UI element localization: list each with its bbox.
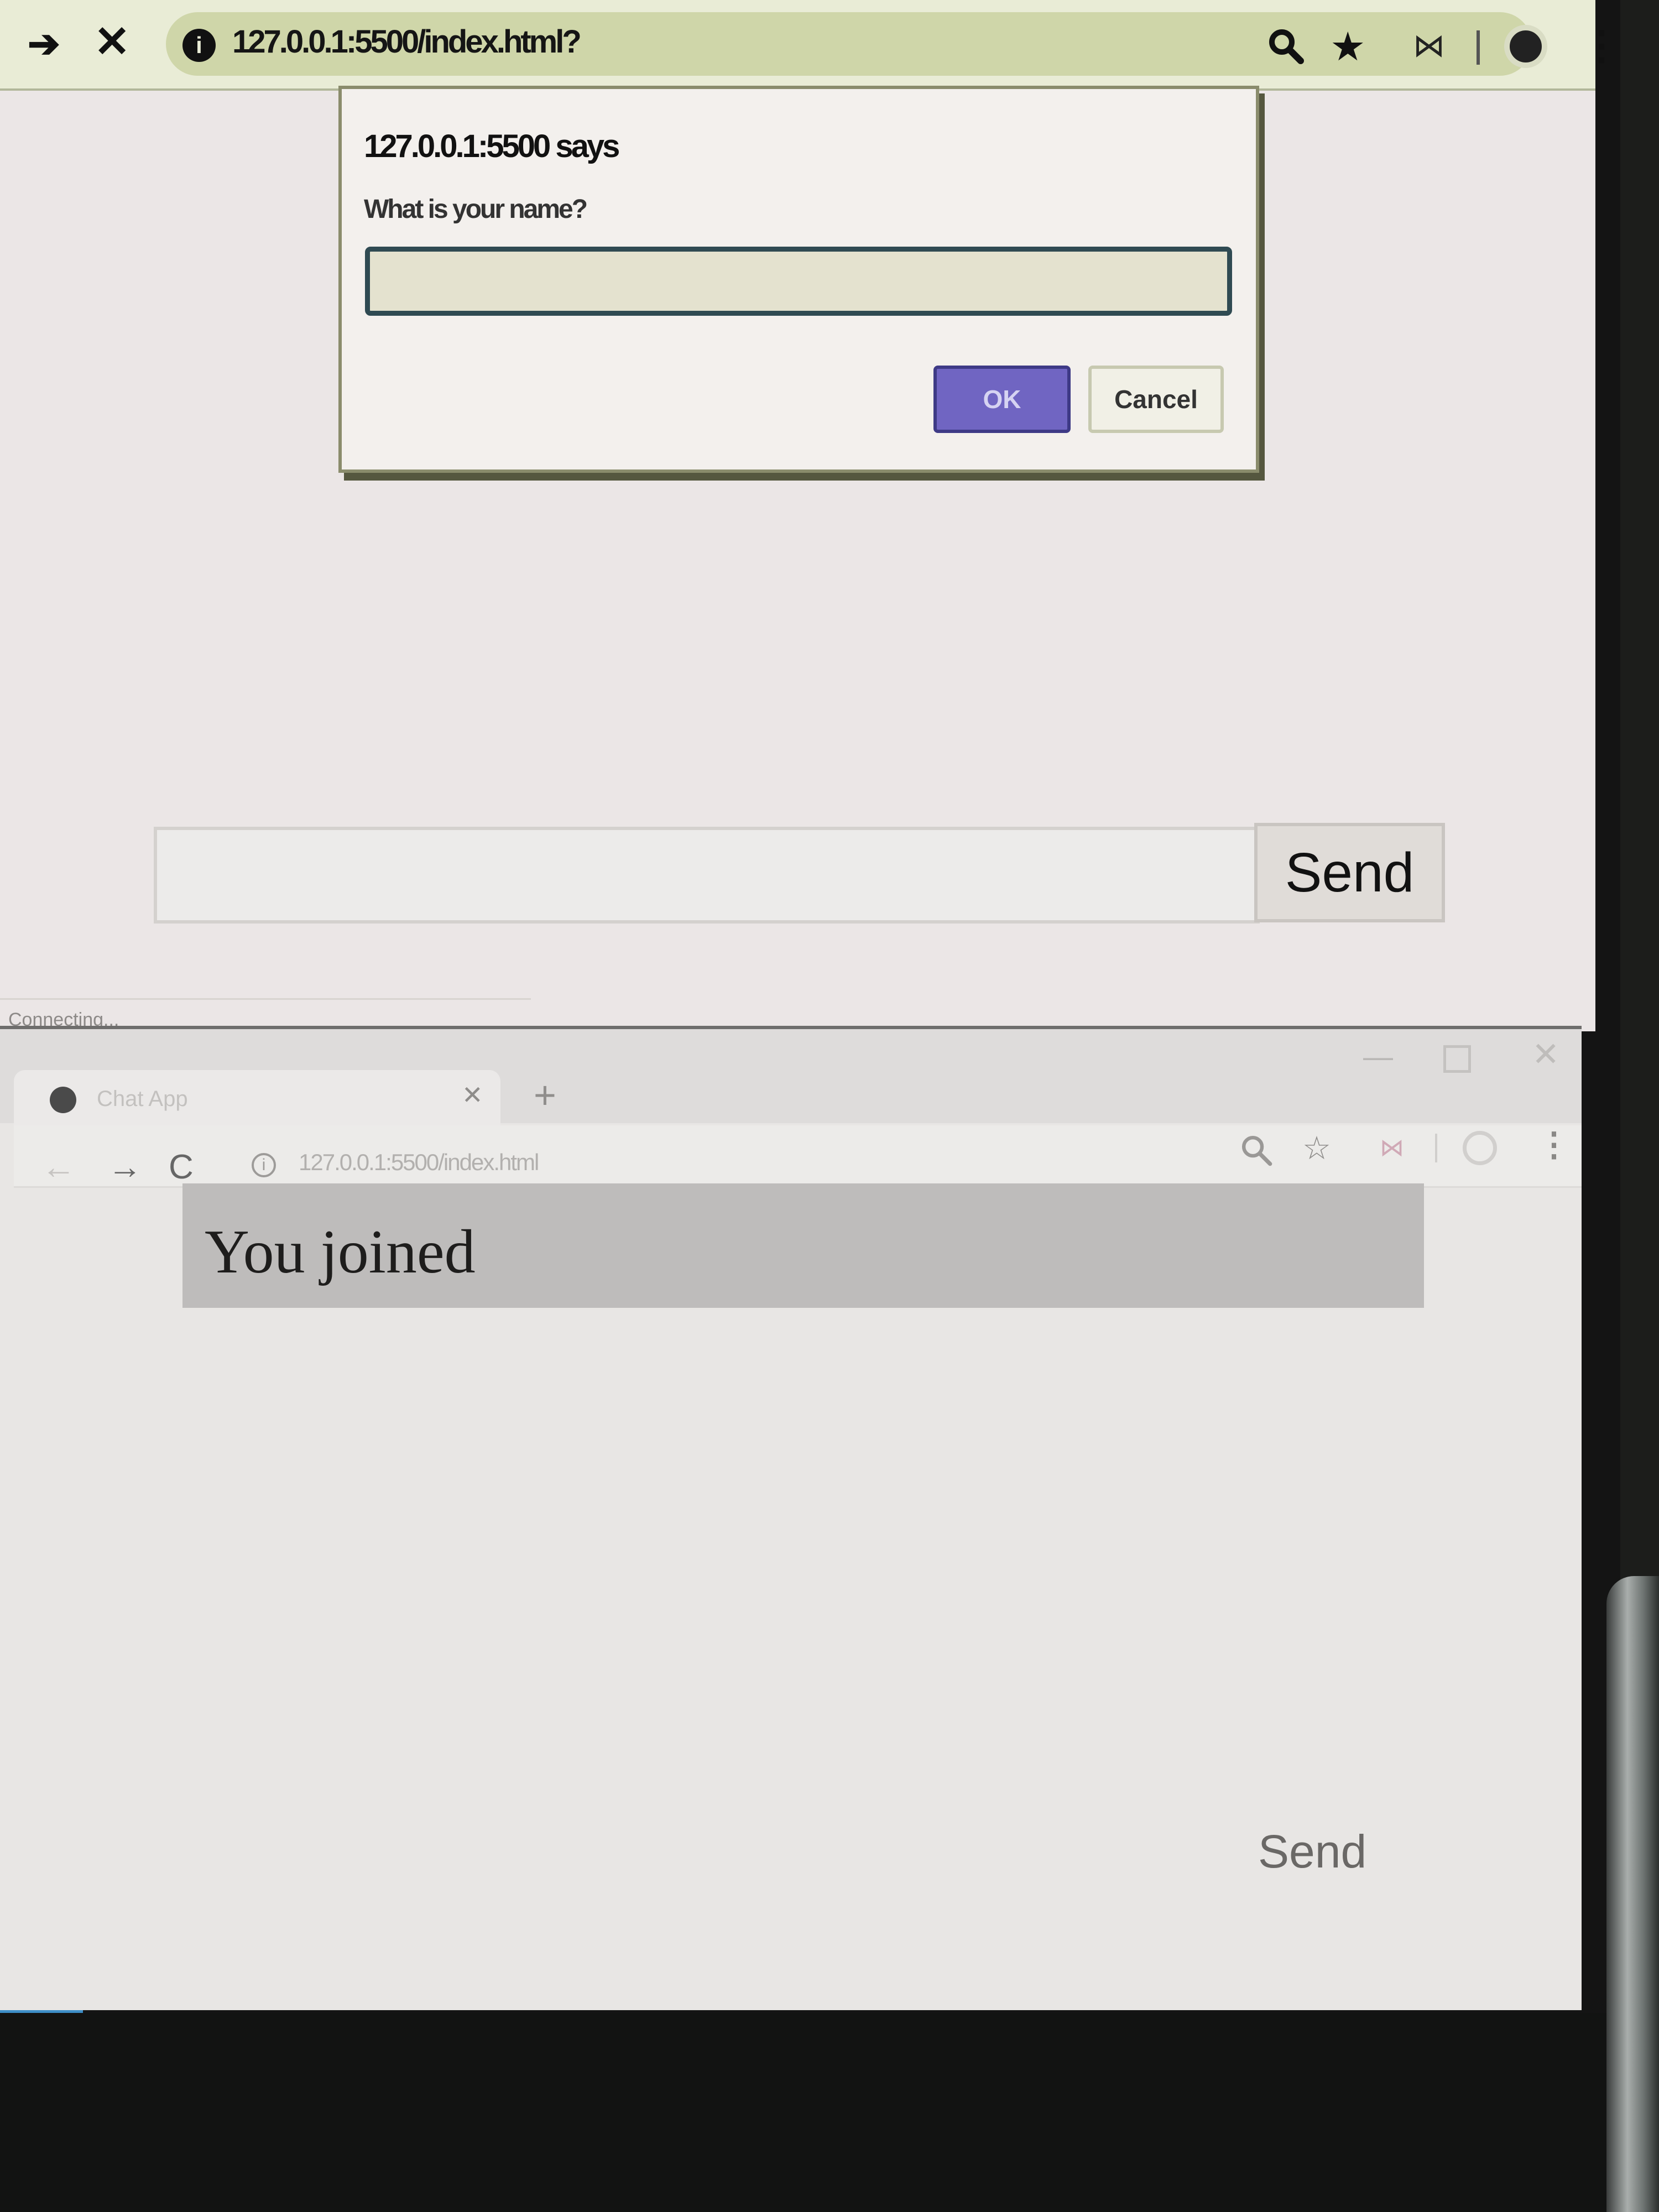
- monitor-bezel: [0, 2013, 1659, 2212]
- maximize-icon[interactable]: [1443, 1045, 1471, 1073]
- extension-icon[interactable]: ⋈: [1413, 27, 1445, 64]
- extension-icon[interactable]: ⋈: [1380, 1134, 1404, 1162]
- name-input[interactable]: [365, 247, 1232, 316]
- back-icon[interactable]: ←: [41, 1147, 76, 1187]
- forward-icon[interactable]: ➔: [28, 21, 60, 66]
- new-tab-icon[interactable]: +: [534, 1073, 556, 1117]
- tab-title[interactable]: Chat App: [97, 1087, 188, 1112]
- kebab-menu-icon[interactable]: ⋮: [1537, 1125, 1571, 1164]
- tab-chat-app[interactable]: [14, 1070, 500, 1125]
- info-icon[interactable]: i: [182, 29, 216, 62]
- info-icon[interactable]: i: [252, 1153, 276, 1177]
- stop-icon[interactable]: ✕: [94, 17, 130, 67]
- message-input[interactable]: [154, 827, 1260, 924]
- prompt-dialog: 127.0.0.1:5500 says What is your name? O…: [338, 86, 1259, 473]
- send-button[interactable]: Send: [1258, 1825, 1366, 1879]
- account-icon[interactable]: [1463, 1131, 1497, 1165]
- list-item: You joined: [205, 1218, 476, 1286]
- ok-button[interactable]: OK: [933, 366, 1071, 433]
- globe-icon: [50, 1087, 76, 1113]
- bottom-url-text[interactable]: 127.0.0.1:5500/index.html: [299, 1149, 539, 1176]
- minimize-icon[interactable]: —: [1363, 1040, 1393, 1074]
- toolbar-separator: [1435, 1134, 1437, 1162]
- account-icon[interactable]: [1504, 25, 1547, 68]
- dialog-title: 127.0.0.1:5500 says: [364, 128, 620, 164]
- reload-icon[interactable]: C: [169, 1147, 194, 1187]
- message-list: You joined: [182, 1183, 1424, 1308]
- bottom-browser-toolbar: [14, 1125, 1582, 1188]
- forward-icon[interactable]: →: [108, 1147, 142, 1187]
- zoom-icon[interactable]: [1239, 1133, 1274, 1168]
- star-icon[interactable]: ★: [1330, 23, 1366, 70]
- toolbar-separator: [1477, 30, 1480, 65]
- cable: [1606, 1576, 1659, 2212]
- tab-close-icon[interactable]: ✕: [462, 1080, 483, 1110]
- cancel-button[interactable]: Cancel: [1088, 366, 1224, 433]
- dialog-message: What is your name?: [364, 195, 588, 224]
- kebab-menu-icon[interactable]: ⋮: [1582, 22, 1621, 69]
- star-icon[interactable]: ☆: [1302, 1129, 1331, 1167]
- send-button[interactable]: Send: [1254, 823, 1445, 922]
- zoom-icon[interactable]: [1266, 27, 1305, 65]
- top-url-text[interactable]: 127.0.0.1:5500/index.html?: [232, 23, 582, 60]
- window-close-icon[interactable]: ✕: [1532, 1035, 1559, 1074]
